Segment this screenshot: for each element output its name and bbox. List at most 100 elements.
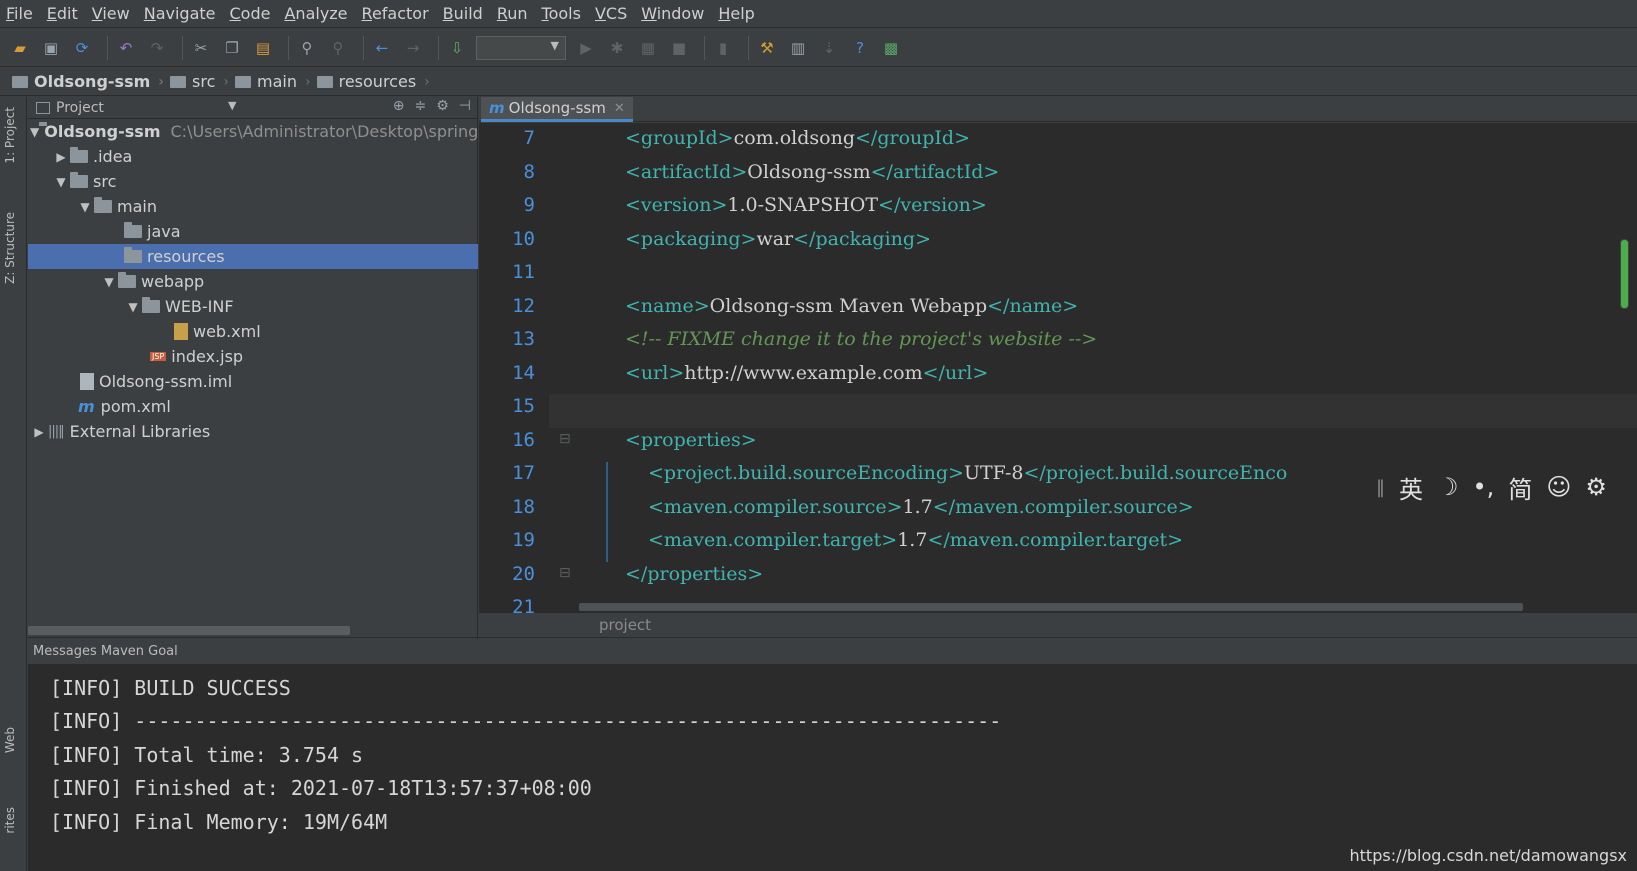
menu-tools[interactable]: Tools [542, 4, 581, 23]
run-configuration-select[interactable]: ▼ [476, 35, 566, 60]
vcs-icon[interactable]: ▮ [711, 36, 735, 60]
breadcrumb-item-project[interactable]: Oldsong-ssm › [12, 72, 164, 91]
inspection-status-bar[interactable] [1620, 239, 1629, 309]
menu-code[interactable]: Code [230, 4, 271, 23]
tree-item-java[interactable]: java [28, 219, 478, 244]
cut-icon[interactable]: ✂ [189, 36, 213, 60]
replace-icon[interactable]: ⚲ [326, 36, 350, 60]
menu-navigate[interactable]: Navigate [144, 4, 216, 23]
debug-icon[interactable]: ✱ [605, 36, 629, 60]
tree-item-src[interactable]: ▼ src [28, 169, 478, 194]
menu-edit[interactable]: Edit [47, 4, 78, 23]
ime-language-toggle[interactable]: 英 [1399, 470, 1423, 505]
tree-item-root[interactable]: ▼ Oldsong-ssm C:\Users\Administrator\Des… [28, 119, 485, 144]
gear-icon[interactable]: ⚙ [1585, 473, 1607, 501]
code-line-18: <maven.compiler.source>1.7</maven.compil… [648, 496, 1194, 518]
tree-item-indexjsp[interactable]: JSP index.jsp [28, 344, 478, 369]
tool-tab-favorites[interactable]: rites [3, 807, 17, 834]
tree-item-resources[interactable]: resources [28, 244, 478, 269]
find-icon[interactable]: ⚲ [295, 36, 319, 60]
tree-item-label: External Libraries [69, 422, 211, 441]
fold-marker-icon[interactable]: ⊟ [559, 565, 571, 581]
menu-view[interactable]: View [92, 4, 130, 23]
code-line-8: <artifactId>Oldsong-ssm</artifactId> [625, 161, 1000, 183]
code-line-17: <project.build.sourceEncoding>UTF-8</pro… [648, 462, 1288, 484]
editor-horizontal-scrollbar[interactable] [579, 603, 1523, 611]
line-number: 17 [512, 462, 535, 484]
tree-item-label: index.jsp [171, 347, 244, 366]
plugin-icon[interactable]: ▩ [879, 36, 903, 60]
copy-icon[interactable]: ❐ [220, 36, 244, 60]
expand-arrow-icon[interactable]: ▼ [52, 175, 70, 189]
xml-file-icon [174, 323, 188, 340]
chevron-down-icon[interactable]: ▼ [228, 99, 236, 112]
ime-simplified-toggle[interactable]: 简 [1508, 470, 1532, 505]
editor-breadcrumb-item[interactable]: project [599, 616, 651, 634]
menu-run[interactable]: Run [497, 4, 528, 23]
emoji-icon[interactable]: ☺ [1546, 473, 1571, 501]
menu-refactor[interactable]: Refactor [362, 4, 429, 23]
back-icon[interactable]: ← [370, 36, 394, 60]
expand-arrow-icon[interactable]: ▼ [100, 275, 118, 289]
messages-panel-title[interactable]: Messages Maven Goal [33, 644, 178, 659]
open-folder-icon[interactable]: ▰ [8, 36, 32, 60]
folder-icon [142, 297, 160, 313]
code-editor[interactable]: 7 8 9 10 11 12 13 14 15 16 17 18 19 20 2… [479, 123, 1637, 613]
build-icon[interactable]: ⇩ [445, 36, 469, 60]
messages-console[interactable]: [INFO] BUILD SUCCESS [INFO] ------------… [28, 664, 1637, 871]
tool-tab-structure[interactable]: Z: Structure [3, 212, 17, 284]
redo-icon[interactable]: ↷ [145, 36, 169, 60]
hide-panel-icon[interactable]: ⊣ [459, 98, 471, 114]
save-icon[interactable]: ▣ [39, 36, 63, 60]
forward-icon[interactable]: → [401, 36, 425, 60]
horizontal-scrollbar[interactable] [28, 626, 350, 635]
gear-icon[interactable]: ⚙ [436, 98, 449, 114]
tree-item-main[interactable]: ▼ main [28, 194, 478, 219]
stop-icon[interactable]: ■ [667, 36, 691, 60]
help-icon[interactable]: ? [848, 36, 872, 60]
line-number: 13 [512, 328, 535, 350]
breadcrumb-item-resources[interactable]: resources › [316, 72, 430, 91]
run-icon[interactable]: ▶ [574, 36, 598, 60]
tree-item-iml[interactable]: Oldsong-ssm.iml [28, 369, 478, 394]
tree-item-webxml[interactable]: web.xml [28, 319, 478, 344]
undo-icon[interactable]: ↶ [114, 36, 138, 60]
tree-item-idea[interactable]: ▶ .idea [28, 144, 478, 169]
tree-item-pom[interactable]: m pom.xml [28, 394, 478, 419]
menu-file[interactable]: File [6, 4, 33, 23]
project-structure-icon[interactable]: ▥ [786, 36, 810, 60]
close-icon[interactable]: ✕ [614, 101, 625, 116]
paste-icon[interactable]: ▤ [251, 36, 275, 60]
tool-tab-project[interactable]: 1: Project [3, 107, 17, 164]
sync-icon[interactable]: ⟳ [70, 36, 94, 60]
expand-arrow-icon[interactable]: ▼ [76, 200, 94, 214]
tree-item-external-libraries[interactable]: ▶ |||‖ External Libraries [28, 419, 478, 444]
breadcrumb-item-src[interactable]: src › [170, 72, 229, 91]
line-number: 20 [512, 563, 535, 585]
menu-build[interactable]: Build [443, 4, 483, 23]
locate-icon[interactable]: ⊕ [393, 98, 405, 114]
editor-tab-pom[interactable]: m Oldsong-ssm ✕ [481, 97, 633, 122]
menu-window[interactable]: Window [641, 4, 704, 23]
drag-handle-icon[interactable]: ‖ [1376, 477, 1385, 498]
breadcrumb-item-main[interactable]: main › [235, 72, 311, 91]
punctuation-icon[interactable]: •, [1473, 473, 1495, 501]
code-line-19: <maven.compiler.target>1.7</maven.compil… [648, 529, 1184, 551]
tree-item-webapp[interactable]: ▼ webapp [28, 269, 478, 294]
settings-wrench-icon[interactable]: ⚒ [755, 36, 779, 60]
sdk-download-icon[interactable]: ⇣ [817, 36, 841, 60]
tree-item-webinf[interactable]: ▼ WEB-INF [28, 294, 478, 319]
collapse-arrow-icon[interactable]: ▶ [30, 425, 48, 439]
coverage-icon[interactable]: ▦ [636, 36, 660, 60]
menu-vcs[interactable]: VCS [595, 4, 627, 23]
fold-marker-icon[interactable]: ⊟ [559, 431, 571, 447]
expand-arrow-icon[interactable]: ▼ [124, 300, 142, 314]
menu-help[interactable]: Help [718, 4, 754, 23]
expand-arrow-icon[interactable]: ▼ [30, 125, 39, 139]
menu-analyze[interactable]: Analyze [284, 4, 347, 23]
moon-icon[interactable]: ☽ [1437, 473, 1459, 501]
project-panel-title[interactable]: Project [56, 100, 104, 116]
tool-tab-web[interactable]: Web [3, 727, 17, 753]
collapse-all-icon[interactable]: ≑ [415, 98, 427, 114]
collapse-arrow-icon[interactable]: ▶ [52, 150, 70, 164]
